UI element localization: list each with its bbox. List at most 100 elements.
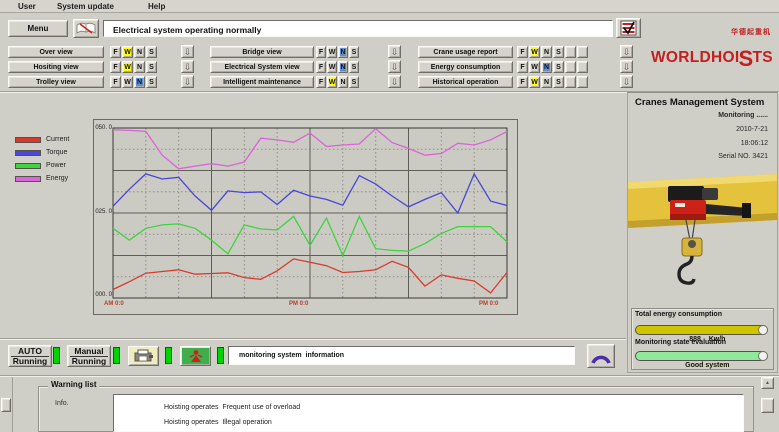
logbook-button[interactable]	[73, 19, 99, 38]
energy-evaluation-box: Total energy consumption 888 Kw/h Monito…	[631, 308, 774, 370]
down-arrow-icon: ⇩	[623, 47, 631, 57]
toggle-n[interactable]: N	[541, 61, 552, 73]
toggle-n[interactable]: N	[541, 46, 552, 58]
state-value-bar: Good system	[635, 351, 768, 361]
gauge-button[interactable]	[587, 344, 615, 368]
toggle-f[interactable]: F	[517, 46, 528, 58]
x-tick-right: PM 0:0	[479, 301, 498, 307]
crane-hmi-window: { "menubar": { "items": ["User", "System…	[0, 0, 779, 432]
manual-running-label: Running	[68, 357, 110, 366]
manual-status-indicator	[113, 347, 120, 364]
down-arrow-icon: ⇩	[623, 62, 631, 72]
toggle-w[interactable]: W	[529, 76, 540, 88]
monitoring-state-label: Monitoring state evaluation	[635, 339, 726, 346]
toggle-blank[interactable]	[565, 46, 576, 58]
monitoring-info-field[interactable]: monitoring system information	[228, 346, 575, 365]
nav-button-crane-usage-report[interactable]: Crane usage report	[418, 46, 513, 58]
divider	[0, 375, 779, 377]
scrollbar-thumb[interactable]	[761, 398, 774, 413]
toggle-w[interactable]: W	[529, 61, 540, 73]
brand-logo-hook-s: S	[739, 46, 754, 71]
manual-running-button[interactable]: Manual Running	[67, 345, 111, 367]
gauge-arch-icon	[589, 348, 613, 366]
time-label: 18:06:12	[741, 140, 768, 147]
legend-label-current: Current	[46, 136, 69, 143]
menu-user[interactable]: User	[18, 2, 36, 11]
trend-chart: 050. 0 025. 0 000. 0 AM 0:0 PM 0:0 PM 0:…	[93, 119, 518, 315]
brand-panel: 华德起重机 WORLDHOISTS	[645, 14, 775, 88]
up-arrow-icon: ▲	[765, 380, 770, 386]
monitoring-info-text: monitoring system information	[239, 352, 344, 359]
alarm-person-icon	[187, 349, 205, 364]
warning-item: Hoisting operates Illegal operation	[164, 419, 272, 426]
menu-button[interactable]: Menu	[8, 20, 68, 37]
x-tick-mid: PM 0:0	[289, 301, 308, 307]
toggle-f[interactable]: F	[517, 76, 528, 88]
warning-item: Hoisting operates Frequent use of overlo…	[164, 404, 300, 411]
download-view-button[interactable]: ⇩	[620, 60, 633, 73]
warning-list: Hoisting operates Frequent use of overlo…	[113, 394, 744, 432]
brand-logo: WORLDHOISTS	[651, 42, 773, 68]
menu-system-update[interactable]: System update	[57, 2, 114, 11]
download-view-button[interactable]: ⇩	[620, 75, 633, 88]
legend-swatch-energy	[15, 176, 41, 182]
report-button[interactable]	[616, 18, 641, 38]
hoist-product-image	[628, 168, 777, 303]
auto-running-label: Running	[9, 357, 51, 366]
scrollbar-up-button[interactable]: ▲	[761, 377, 774, 389]
slider-knob-icon	[758, 351, 768, 361]
toggle-blank[interactable]	[577, 76, 588, 88]
menu-help[interactable]: Help	[148, 2, 165, 11]
trend-chart-plot	[94, 120, 519, 316]
date-label: 2010-7-21	[736, 126, 768, 133]
toggle-blank[interactable]	[565, 76, 576, 88]
print-report-button[interactable]	[128, 346, 159, 366]
menubar: User System update Help	[0, 0, 779, 13]
toggle-n[interactable]: N	[541, 76, 552, 88]
toggle-blank[interactable]	[577, 61, 588, 73]
legend-label-energy: Energy	[46, 175, 68, 182]
slider-knob-icon	[758, 325, 768, 335]
warning-info-label: Info.	[55, 400, 69, 407]
brand-logo-part: TS	[752, 49, 772, 66]
auto-status-indicator	[53, 347, 60, 364]
y-tick-min: 000. 0	[94, 292, 112, 298]
legend-swatch-current	[15, 137, 41, 143]
legend-swatch-power	[15, 163, 41, 169]
legend-swatch-torque	[15, 150, 41, 156]
toggle-blank[interactable]	[577, 46, 588, 58]
alarm-button[interactable]	[180, 346, 211, 366]
toggle-s[interactable]: S	[553, 61, 564, 73]
printer-icon	[134, 349, 154, 363]
report-check-icon	[620, 20, 637, 36]
divider	[0, 338, 626, 340]
panel-title: Cranes Management System	[635, 97, 764, 108]
right-info-panel: Cranes Management System Monitoring ....…	[627, 92, 778, 373]
nav-button-energy-consumption[interactable]: Energy consumption	[418, 61, 513, 73]
toggle-f[interactable]: F	[517, 61, 528, 73]
toggle-s[interactable]: S	[553, 76, 564, 88]
toggle-s[interactable]: S	[553, 46, 564, 58]
divider	[12, 377, 13, 432]
monitoring-status-label: Monitoring ......	[718, 112, 768, 119]
brand-chinese-text: 华德起重机	[731, 27, 771, 37]
system-status-field[interactable]: Electrical system operating normally	[103, 20, 613, 37]
legend-label-torque: Torque	[46, 149, 67, 156]
legend-label-power: Power	[46, 162, 66, 169]
alarm-status-indicator	[217, 347, 224, 364]
toggle-w[interactable]: W	[529, 46, 540, 58]
energy-value-bar: 888 Kw/h	[635, 325, 768, 335]
total-energy-label: Total energy consumption	[635, 311, 722, 318]
status-text: Electrical system operating normally	[113, 25, 261, 35]
serial-number-label: Serial NO. 3421	[718, 153, 768, 160]
nav-button-historical-operation[interactable]: Historical operation	[418, 76, 513, 88]
down-arrow-icon: ⇩	[623, 77, 631, 87]
y-tick-max: 050. 0	[94, 125, 112, 131]
brand-logo-part: WORLDHOI	[651, 49, 740, 66]
print-status-indicator	[165, 347, 172, 364]
splitter-handle[interactable]	[1, 398, 11, 412]
x-tick-left: AM 0:0	[104, 301, 124, 307]
toggle-blank[interactable]	[565, 61, 576, 73]
auto-running-button[interactable]: AUTO Running	[8, 345, 52, 367]
download-view-button[interactable]: ⇩	[620, 45, 633, 58]
